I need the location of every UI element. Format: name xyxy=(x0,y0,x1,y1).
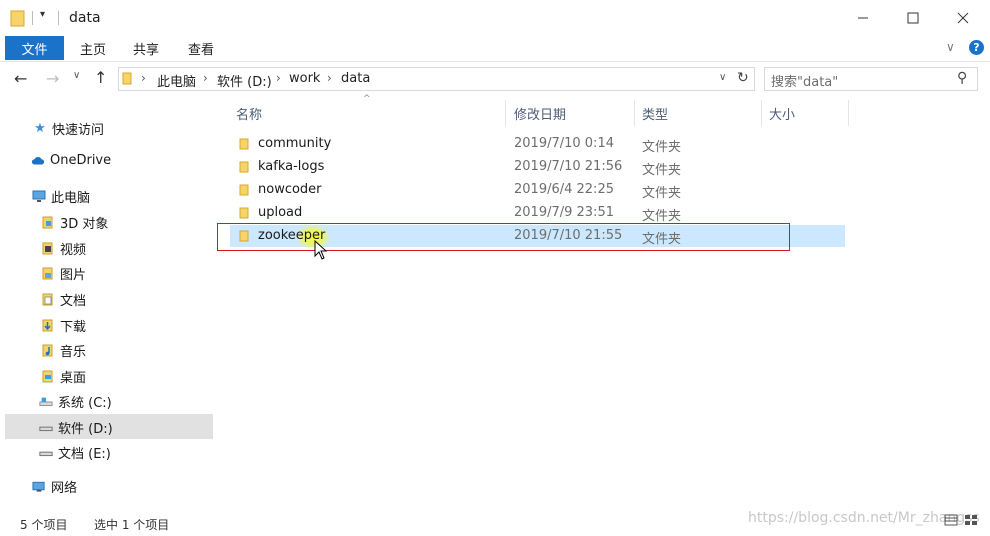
file-type: 文件夹 xyxy=(642,163,682,178)
tab-file[interactable]: 文件 xyxy=(5,36,64,60)
divider[interactable] xyxy=(761,100,762,126)
file-type: 文件夹 xyxy=(642,209,682,224)
close-button[interactable] xyxy=(938,0,988,36)
file-date: 2019/6/4 22:25 xyxy=(514,182,614,197)
breadcrumb-drive-d[interactable]: 软件 (D:) xyxy=(217,71,272,90)
quick-access-dropdown-icon[interactable]: ▾ xyxy=(40,9,52,25)
sidebar-item-documents[interactable]: 文档 xyxy=(41,290,86,309)
tab-share[interactable]: 共享 xyxy=(133,36,159,60)
forward-arrow-icon[interactable]: → xyxy=(46,69,59,88)
sidebar-item-quick-access[interactable]: ★ 快速访问 xyxy=(33,119,104,138)
annotation-box xyxy=(217,223,790,251)
file-type: 文件夹 xyxy=(642,140,682,155)
chevron-down-icon[interactable]: ∨ xyxy=(719,72,726,83)
large-icons-view-icon[interactable] xyxy=(964,514,978,526)
drive-icon xyxy=(39,421,53,435)
chevron-right-icon[interactable]: › xyxy=(276,71,281,85)
address-bar[interactable] xyxy=(118,67,755,91)
file-name: upload xyxy=(258,205,303,220)
picture-icon xyxy=(41,267,55,281)
network-icon xyxy=(32,480,46,494)
details-view-icon[interactable] xyxy=(944,514,958,526)
sidebar-item-drive-c[interactable]: 系统 (C:) xyxy=(39,392,112,411)
video-icon xyxy=(41,242,55,256)
status-item-count: 5 个项目 xyxy=(20,518,68,532)
sidebar-item-pictures[interactable]: 图片 xyxy=(41,264,86,283)
back-arrow-icon[interactable]: ← xyxy=(14,69,27,88)
file-date: 2019/7/10 21:56 xyxy=(514,159,623,174)
tab-home[interactable]: 主页 xyxy=(80,36,106,60)
cube-icon xyxy=(41,216,55,230)
chevron-right-icon[interactable]: › xyxy=(327,71,332,85)
divider xyxy=(58,11,59,25)
minimize-icon xyxy=(858,17,868,19)
star-icon: ★ xyxy=(34,121,46,136)
drive-icon xyxy=(39,446,53,460)
folder-icon xyxy=(239,161,249,173)
chevron-down-icon[interactable]: ∨ xyxy=(946,40,955,54)
cloud-icon xyxy=(31,154,45,168)
download-icon xyxy=(41,319,55,333)
breadcrumb-this-pc[interactable]: 此电脑 xyxy=(157,71,196,90)
file-name: kafka-logs xyxy=(258,159,325,174)
file-type: 文件夹 xyxy=(642,186,682,201)
search-icon[interactable]: ⚲ xyxy=(957,70,967,86)
search-placeholder: 搜索"data" xyxy=(771,75,839,90)
file-date: 2019/7/9 23:51 xyxy=(514,205,614,220)
up-arrow-icon[interactable]: ↑ xyxy=(94,68,107,87)
sidebar-item-videos[interactable]: 视频 xyxy=(41,239,86,258)
folder-icon xyxy=(239,138,249,150)
folder-icon xyxy=(10,10,25,27)
divider[interactable] xyxy=(634,100,635,126)
tab-view[interactable]: 查看 xyxy=(188,36,214,60)
minimize-button[interactable] xyxy=(838,0,888,36)
document-icon xyxy=(41,293,55,307)
breadcrumb-work[interactable]: work xyxy=(289,71,320,86)
refresh-icon[interactable]: ↻ xyxy=(737,70,749,86)
maximize-button[interactable] xyxy=(888,0,938,36)
recent-locations-icon[interactable]: ∨ xyxy=(73,70,80,81)
close-icon xyxy=(957,12,969,24)
column-header-type[interactable]: 类型 xyxy=(642,104,668,123)
maximize-icon xyxy=(907,12,919,24)
sidebar-item-network[interactable]: 网络 xyxy=(32,477,77,496)
music-icon xyxy=(41,344,55,358)
drive-icon xyxy=(39,395,53,409)
sidebar-item-3d-objects[interactable]: 3D 对象 xyxy=(41,213,108,232)
breadcrumb-data[interactable]: data xyxy=(341,71,370,86)
sidebar-item-downloads[interactable]: 下载 xyxy=(41,316,86,335)
sidebar-item-desktop[interactable]: 桌面 xyxy=(41,367,86,386)
chevron-right-icon[interactable]: › xyxy=(203,71,208,85)
status-selection: 选中 1 个项目 xyxy=(94,518,170,532)
file-date: 2019/7/10 0:14 xyxy=(514,136,614,151)
chevron-right-icon[interactable]: › xyxy=(141,71,146,85)
column-header-date[interactable]: 修改日期 xyxy=(514,104,566,123)
mouse-pointer-icon xyxy=(314,240,328,260)
sidebar-item-this-pc[interactable]: 此电脑 xyxy=(32,187,90,206)
sidebar-item-drive-e[interactable]: 文档 (E:) xyxy=(39,443,111,462)
column-header-size[interactable]: 大小 xyxy=(769,104,795,123)
divider[interactable] xyxy=(848,100,849,126)
computer-icon xyxy=(32,190,46,204)
window-title: data xyxy=(69,10,101,26)
sidebar-item-drive-d[interactable]: 软件 (D:) xyxy=(39,418,113,437)
desktop-icon xyxy=(41,370,55,384)
divider xyxy=(0,61,990,62)
divider xyxy=(32,11,33,25)
folder-icon xyxy=(239,207,249,219)
file-name: community xyxy=(258,136,332,151)
folder-icon xyxy=(122,72,132,85)
help-icon[interactable]: ? xyxy=(969,40,984,55)
sort-ascending-icon: ^ xyxy=(363,94,371,104)
column-header-name[interactable]: 名称 xyxy=(236,104,262,123)
file-name: nowcoder xyxy=(258,182,322,197)
sidebar-item-onedrive[interactable]: OneDrive xyxy=(31,153,111,168)
sidebar-item-music[interactable]: 音乐 xyxy=(41,341,86,360)
folder-icon xyxy=(239,184,249,196)
divider[interactable] xyxy=(505,100,506,126)
